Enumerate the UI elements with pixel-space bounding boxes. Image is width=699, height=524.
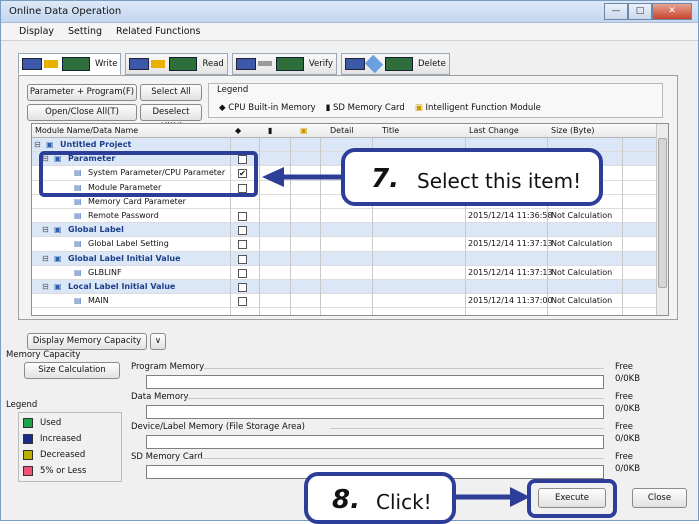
step8-number: 8.	[332, 485, 360, 515]
step8-callout: 8. Click!	[304, 472, 456, 524]
execute-highlight	[527, 479, 617, 518]
step8-text: Click!	[376, 490, 432, 514]
step7-callout: 7. Select this item!	[341, 148, 603, 206]
step7-text: Select this item!	[417, 169, 582, 193]
callout-arrows	[262, 167, 530, 507]
step7-number: 7.	[371, 164, 399, 194]
